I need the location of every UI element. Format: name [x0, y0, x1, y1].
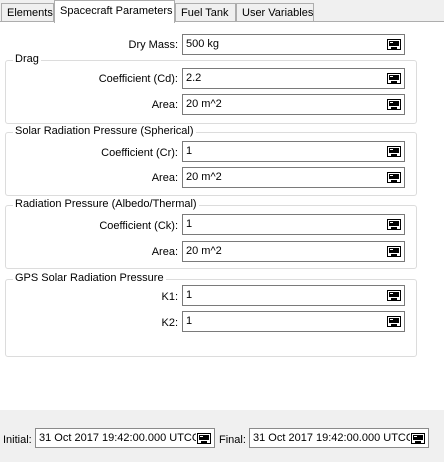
final-epoch-field[interactable]: 31 Oct 2017 19:42:00.000 UTCG — [249, 428, 429, 448]
srp-area-field[interactable]: 20 m^2 — [182, 167, 405, 188]
albedo-coefficient-value: 1 — [186, 218, 193, 230]
value-picker-icon[interactable] — [386, 97, 402, 112]
value-picker-icon[interactable] — [386, 71, 402, 86]
value-picker-icon[interactable] — [386, 144, 402, 159]
srp-area-label: Area: — [151, 172, 178, 184]
spacecraft-parameters-panel: Dry Mass: 500 kg Drag Coefficient (Cd): … — [0, 21, 444, 462]
gps-group-title: GPS Solar Radiation Pressure — [13, 272, 166, 284]
drag-coefficient-label: Coefficient (Cd): — [98, 73, 178, 85]
drag-coefficient-value: 2.2 — [186, 72, 202, 84]
tab-user-variables[interactable]: User Variables — [236, 3, 314, 22]
srp-coefficient-label: Coefficient (Cr): — [101, 147, 178, 159]
final-epoch-value: 31 Oct 2017 19:42:00.000 UTCG — [253, 432, 415, 444]
final-epoch-label: Final: — [219, 434, 246, 446]
value-picker-icon[interactable] — [386, 37, 402, 52]
epoch-bar: Initial: 31 Oct 2017 19:42:00.000 UTCG F… — [0, 410, 444, 462]
srp-coefficient-field[interactable]: 1 — [182, 141, 405, 162]
gps-k1-value: 1 — [186, 289, 193, 301]
value-picker-icon[interactable] — [386, 288, 402, 303]
value-picker-icon[interactable] — [410, 431, 426, 446]
tab-spacecraft-parameters[interactable]: Spacecraft Parameters — [54, 0, 175, 23]
srp-area-value: 20 m^2 — [186, 171, 222, 183]
albedo-coefficient-field[interactable]: 1 — [182, 214, 405, 235]
tab-elements[interactable]: Elements — [1, 3, 54, 22]
value-picker-icon[interactable] — [386, 244, 402, 259]
albedo-area-field[interactable]: 20 m^2 — [182, 241, 405, 262]
dry-mass-label: Dry Mass: — [128, 39, 179, 51]
tab-bar: Elements Spacecraft Parameters Fuel Tank… — [0, 0, 444, 23]
albedo-group-title: Radiation Pressure (Albedo/Thermal) — [13, 198, 199, 210]
gps-k1-field[interactable]: 1 — [182, 285, 405, 306]
drag-group-title: Drag — [13, 53, 41, 65]
gps-k2-value: 1 — [186, 315, 193, 327]
gps-k2-label: K2: — [161, 317, 178, 329]
gps-k2-field[interactable]: 1 — [182, 311, 405, 332]
gps-k1-label: K1: — [161, 291, 178, 303]
albedo-coefficient-label: Coefficient (Ck): — [99, 220, 178, 232]
initial-epoch-field[interactable]: 31 Oct 2017 19:42:00.000 UTCG — [35, 428, 215, 448]
dry-mass-value: 500 kg — [186, 38, 220, 50]
srp-coefficient-value: 1 — [186, 145, 193, 157]
value-picker-icon[interactable] — [386, 170, 402, 185]
drag-coefficient-field[interactable]: 2.2 — [182, 68, 405, 89]
value-picker-icon[interactable] — [386, 314, 402, 329]
value-picker-icon[interactable] — [196, 431, 212, 446]
albedo-area-value: 20 m^2 — [186, 245, 222, 257]
albedo-area-label: Area: — [151, 246, 178, 258]
initial-epoch-value: 31 Oct 2017 19:42:00.000 UTCG — [39, 432, 201, 444]
spacecraft-properties-window: Elements Spacecraft Parameters Fuel Tank… — [0, 0, 444, 462]
drag-area-label: Area: — [151, 99, 178, 111]
tab-fuel-tank[interactable]: Fuel Tank — [175, 3, 236, 22]
initial-epoch-label: Initial: — [3, 434, 32, 446]
value-picker-icon[interactable] — [386, 217, 402, 232]
srp-group-title: Solar Radiation Pressure (Spherical) — [13, 125, 196, 137]
drag-area-field[interactable]: 20 m^2 — [182, 94, 405, 115]
drag-area-value: 20 m^2 — [186, 98, 222, 110]
dry-mass-field[interactable]: 500 kg — [182, 34, 405, 55]
